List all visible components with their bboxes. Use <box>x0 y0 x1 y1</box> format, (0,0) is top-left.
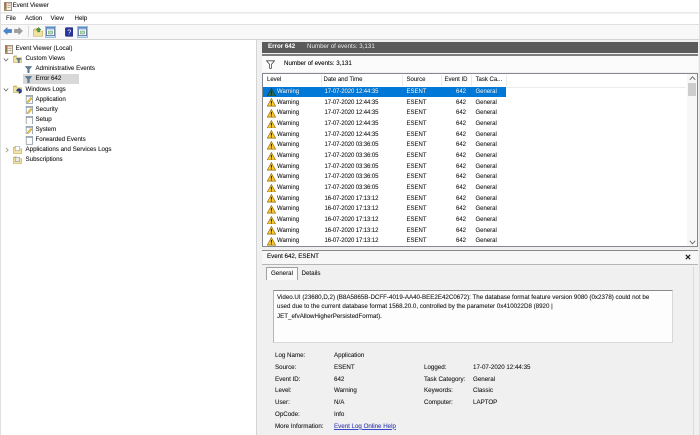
svg-text:?: ? <box>67 27 71 36</box>
